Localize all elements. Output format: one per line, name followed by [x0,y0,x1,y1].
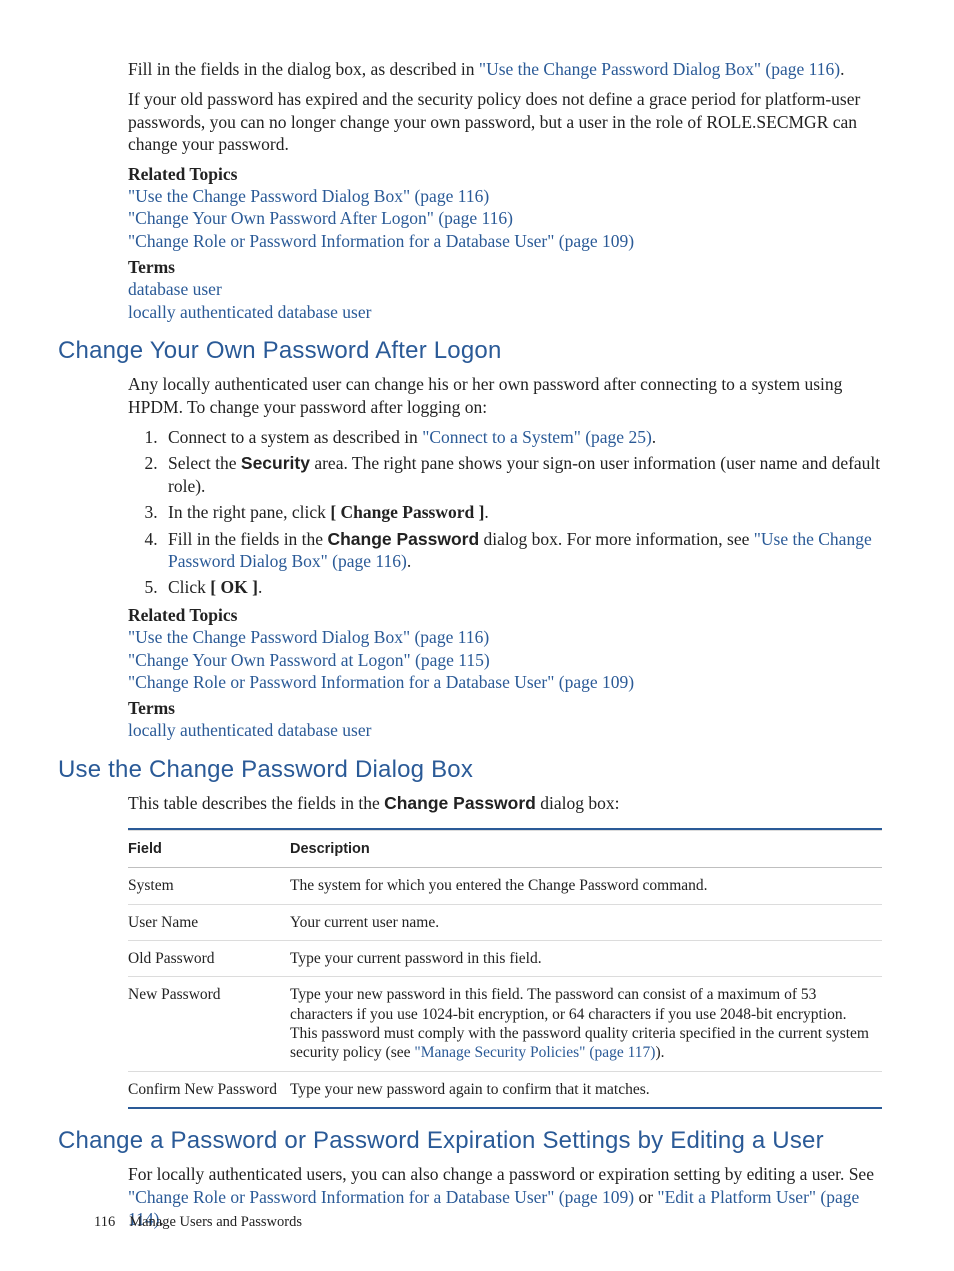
col-description: Description [290,831,882,868]
cell-field: System [128,868,290,904]
sec1-p1: Any locally authenticated user can chang… [128,373,882,418]
text: In the right pane, click [168,502,330,522]
text: For locally authenticated users, you can… [128,1164,874,1184]
ui-label-security: Security [241,453,310,473]
cell-desc: Type your new password again to confirm … [290,1071,882,1108]
related-link[interactable]: "Change Your Own Password at Logon" (pag… [128,649,882,672]
text: . [652,427,656,447]
term-link[interactable]: database user [128,278,882,301]
text: or [634,1187,657,1207]
cell-desc: Type your current password in this field… [290,940,882,976]
text: This table describes the fields in the [128,793,384,813]
cell-field: User Name [128,904,290,940]
cell-field: Confirm New Password [128,1071,290,1108]
related-link[interactable]: "Change Your Own Password After Logon" (… [128,207,882,230]
text: Fill in the fields in the dialog box, as… [128,59,479,79]
table-row: User Name Your current user name. [128,904,882,940]
fields-table: Field Description System The system for … [128,828,882,1109]
sec2-body: This table describes the fields in the C… [128,792,882,1109]
sec1-body: Any locally authenticated user can chang… [128,373,882,742]
section-heading-use-dialog: Use the Change Password Dialog Box [58,756,882,784]
intro-p2: If your old password has expired and the… [128,88,882,155]
cell-field: New Password [128,977,290,1072]
terms-heading: Terms [128,257,882,278]
section-heading-change-by-editing: Change a Password or Password Expiration… [58,1127,882,1155]
step-5: Click [ OK ]. [162,576,882,598]
related-link[interactable]: "Change Role or Password Information for… [128,230,882,253]
table-row: System The system for which you entered … [128,868,882,904]
text: Click [168,577,210,597]
text: . [407,551,411,571]
text: . [258,577,262,597]
section-heading-change-after-logon: Change Your Own Password After Logon [58,337,882,365]
cell-desc: Type your new password in this field. Th… [290,977,882,1072]
step-1: Connect to a system as described in "Con… [162,426,882,448]
chapter-title: Manage Users and Passwords [129,1214,302,1230]
text: dialog box: [536,793,620,813]
text: Connect to a system as described in [168,427,422,447]
related-link[interactable]: "Use the Change Password Dialog Box" (pa… [128,626,882,649]
related-topics-heading: Related Topics [128,605,882,626]
intro-block: Fill in the fields in the dialog box, as… [128,58,882,323]
page-number: 116 [94,1214,115,1230]
related-link[interactable]: "Use the Change Password Dialog Box" (pa… [128,185,882,208]
table-row: Old Password Type your current password … [128,940,882,976]
page: Fill in the fields in the dialog box, as… [0,0,954,1271]
table-header-row: Field Description [128,831,882,868]
ui-dialog-change-password: Change Password [384,793,536,813]
steps-list: Connect to a system as described in "Con… [128,426,882,599]
col-field: Field [128,831,290,868]
related-link[interactable]: "Change Role or Password Information for… [128,671,882,694]
related-topics-heading: Related Topics [128,164,882,185]
table-row: New Password Type your new password in t… [128,977,882,1072]
step-4: Fill in the fields in the Change Passwor… [162,528,882,573]
text: Fill in the fields in the [168,529,327,549]
terms-heading: Terms [128,698,882,719]
text: Select the [168,453,241,473]
term-link[interactable]: locally authenticated database user [128,301,882,324]
step-3: In the right pane, click [ Change Passwo… [162,501,882,523]
text: . [840,59,844,79]
cell-desc: The system for which you entered the Cha… [290,868,882,904]
link-use-change-pw[interactable]: "Use the Change Password Dialog Box" (pa… [479,59,840,79]
term-link[interactable]: locally authenticated database user [128,719,882,742]
ui-button-change-password: [ Change Password ] [330,502,484,522]
cell-field: Old Password [128,940,290,976]
link-change-role-db-user[interactable]: "Change Role or Password Information for… [128,1187,634,1207]
link-manage-security-policies[interactable]: "Manage Security Policies" (page 117) [414,1044,655,1061]
table-row: Confirm New Password Type your new passw… [128,1071,882,1108]
cell-desc: Your current user name. [290,904,882,940]
text: . [484,502,488,522]
step-2: Select the Security area. The right pane… [162,452,882,497]
text: dialog box. For more information, see [479,529,754,549]
text: ). [655,1044,664,1061]
ui-dialog-change-password: Change Password [327,529,479,549]
intro-p1: Fill in the fields in the dialog box, as… [128,58,882,80]
ui-button-ok: [ OK ] [210,577,258,597]
sec2-p1: This table describes the fields in the C… [128,792,882,814]
link-connect-system[interactable]: "Connect to a System" (page 25) [422,427,652,447]
page-footer: 116 Manage Users and Passwords [94,1214,302,1231]
